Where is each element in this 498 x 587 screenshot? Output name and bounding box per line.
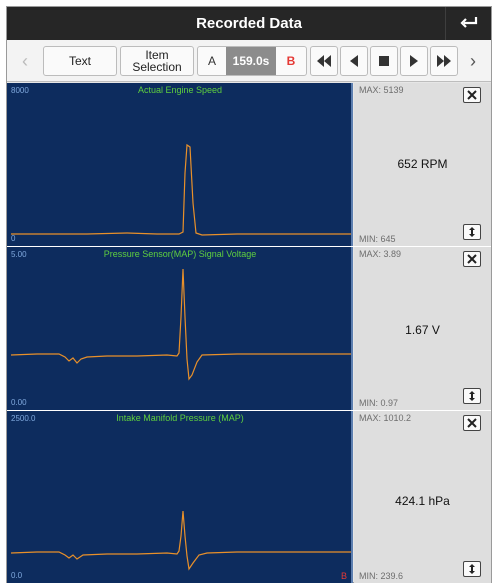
map-voltage-trace — [10, 268, 351, 381]
fast-rewind-icon — [317, 55, 331, 67]
text-button[interactable]: Text — [43, 46, 117, 76]
fast-forward-button[interactable] — [430, 46, 458, 76]
y-axis-min: 0 — [11, 234, 16, 243]
max-value: MAX: 1010.2 — [359, 413, 412, 423]
return-arrow-icon — [460, 17, 478, 28]
stop-icon — [379, 56, 389, 66]
max-value: MAX: 5139 — [359, 85, 404, 95]
graph-title: Intake Manifold Pressure (MAP) — [116, 413, 244, 423]
back-button[interactable] — [445, 7, 491, 40]
min-value: MIN: 239.6 — [359, 571, 404, 581]
stop-button[interactable] — [370, 46, 398, 76]
graph-title: Pressure Sensor(MAP) Signal Voltage — [103, 249, 257, 259]
marker-a-button[interactable]: A — [198, 47, 226, 75]
graph-title: Actual Engine Speed — [137, 85, 223, 95]
fast-rewind-button[interactable] — [310, 46, 338, 76]
vertical-expand-icon — [469, 391, 475, 401]
data-panel-engine-speed: Actual Engine Speed 8000 0 MAX: 5139 652… — [7, 83, 491, 246]
vertical-expand-icon — [469, 227, 475, 237]
marker-b-label: B — [340, 571, 347, 581]
step-back-button[interactable] — [340, 46, 368, 76]
chevron-left-icon: ‹ — [22, 51, 28, 71]
map-pressure-trace — [10, 510, 351, 571]
y-axis-max: 8000 — [11, 86, 29, 95]
play-reverse-icon — [350, 55, 358, 67]
close-icon — [467, 90, 477, 100]
graph-area: Intake Manifold Pressure (MAP) 2500.0 0.… — [7, 411, 353, 583]
value-sidebar: MAX: 5139 652 RPM MIN: 645 — [354, 83, 491, 246]
time-display: 159.0s — [226, 47, 276, 75]
toolbar: ‹ Text Item Selection A 159.0s B › — [7, 40, 491, 82]
min-value: MIN: 645 — [359, 234, 396, 244]
close-icon — [467, 418, 477, 428]
close-graph-button[interactable] — [463, 415, 481, 431]
expand-graph-button[interactable] — [463, 224, 481, 240]
current-value: 1.67 V — [405, 323, 440, 337]
recorded-data-window: Recorded Data ‹ Text Item Selection A 15… — [6, 6, 492, 583]
next-page-button[interactable]: › — [463, 46, 483, 76]
graph-area: Pressure Sensor(MAP) Signal Voltage 5.00… — [7, 247, 353, 410]
page-title: Recorded Data — [196, 15, 302, 32]
expand-graph-button[interactable] — [463, 561, 481, 577]
prev-page-button[interactable]: ‹ — [15, 46, 35, 76]
y-axis-max: 2500.0 — [11, 414, 36, 423]
item-selection-button[interactable]: Item Selection — [120, 46, 194, 76]
close-graph-button[interactable] — [463, 251, 481, 267]
play-icon — [410, 55, 418, 67]
value-sidebar: MAX: 1010.2 424.1 hPa MIN: 239.6 — [354, 411, 491, 583]
vertical-expand-icon — [469, 564, 475, 574]
title-bar: Recorded Data — [7, 7, 491, 40]
marker-time-group: A 159.0s B — [197, 46, 307, 76]
current-value: 424.1 hPa — [395, 494, 450, 508]
marker-b-button[interactable]: B — [276, 47, 306, 75]
y-axis-min: 0.00 — [11, 398, 27, 407]
data-panel-map-pressure: Intake Manifold Pressure (MAP) 2500.0 0.… — [7, 411, 491, 583]
graph-area: Actual Engine Speed 8000 0 — [7, 83, 353, 246]
current-value: 652 RPM — [397, 157, 448, 171]
min-value: MIN: 0.97 — [359, 398, 399, 408]
close-icon — [467, 254, 477, 264]
chevron-right-icon: › — [470, 51, 476, 71]
fast-forward-icon — [437, 55, 451, 67]
y-axis-max: 5.00 — [11, 250, 27, 259]
engine-speed-trace — [11, 143, 351, 236]
max-value: MAX: 3.89 — [359, 249, 402, 259]
y-axis-min: 0.0 — [11, 571, 23, 580]
play-button[interactable] — [400, 46, 428, 76]
data-panel-map-voltage: Pressure Sensor(MAP) Signal Voltage 5.00… — [7, 247, 491, 410]
close-graph-button[interactable] — [463, 87, 481, 103]
expand-graph-button[interactable] — [463, 388, 481, 404]
value-sidebar: MAX: 3.89 1.67 V MIN: 0.97 — [354, 247, 491, 410]
